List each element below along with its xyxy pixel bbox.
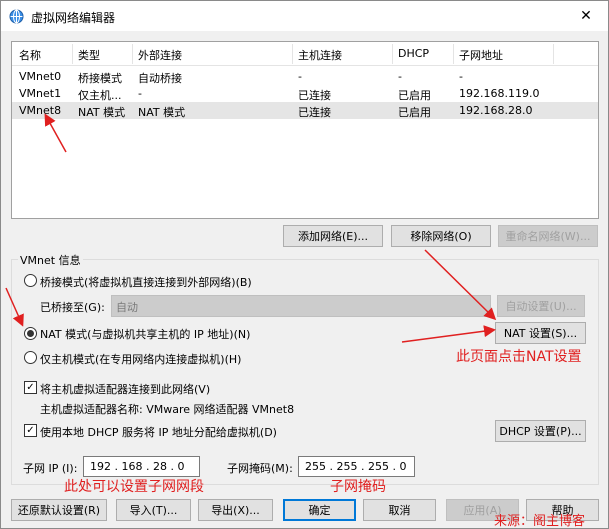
bridged-to-select[interactable]: 自动 [111,295,491,317]
connect-adapter-label[interactable]: 将主机虚拟适配器连接到此网络(V) [40,381,210,397]
rename-network-button[interactable]: 重命名网络(W)... [498,225,598,247]
remove-network-button[interactable]: 移除网络(O) [391,225,491,247]
cell: NAT 模式 [138,106,186,119]
network-list[interactable]: 名称 类型 外部连接 主机连接 DHCP 子网地址 VMnet0 桥接模式 自动… [11,41,599,219]
vmnet-info-label: VMnet 信息 [18,252,83,268]
bridge-mode-label[interactable]: 桥接模式(将虚拟机直接连接到外部网络)(B) [40,274,252,290]
nat-mode-radio[interactable] [24,327,37,340]
add-network-button[interactable]: 添加网络(E)... [283,225,383,247]
cell: 已连接 [298,106,331,119]
cell: - [459,70,463,83]
cancel-button[interactable]: 取消 [363,499,436,521]
col-type[interactable]: 类型 [78,47,100,63]
cell: 自动桥接 [138,72,182,85]
subnet-ip-input[interactable]: 192 . 168 . 28 . 0 [83,456,200,477]
cell: 192.168.119.0 [459,87,540,100]
use-dhcp-label[interactable]: 使用本地 DHCP 服务将 IP 地址分配给虚拟机(D) [40,424,277,440]
connect-adapter-checkbox[interactable]: ✓ [24,381,37,394]
export-button[interactable]: 导出(X)... [198,499,273,521]
title-bar: 虚拟网络编辑器 ✕ [1,1,608,31]
cell: 桥接模式 [78,72,122,85]
cell: 已启用 [398,106,431,119]
import-button[interactable]: 导入(T)... [116,499,191,521]
window-title: 虚拟网络编辑器 [31,11,116,25]
ok-button[interactable]: 确定 [283,499,356,521]
subnet-annotation: 此处可以设置子网网段 [64,479,204,495]
cell: NAT 模式 [78,106,126,119]
bridge-mode-radio[interactable] [24,274,37,287]
subnet-ip-label: 子网 IP (I): [23,462,78,475]
auto-settings-button[interactable]: 自动设置(U)... [497,295,585,317]
col-dhcp[interactable]: DHCP [398,47,429,60]
cell: VMnet1 [19,87,62,100]
cell: VMnet0 [19,70,62,83]
nat-settings-button[interactable]: NAT 设置(S)... [495,322,586,344]
table-row-selected[interactable]: VMnet8 NAT 模式 NAT 模式 已连接 已启用 192.168.28.… [12,102,598,119]
cell: - [138,87,142,100]
host-only-label[interactable]: 仅主机模式(在专用网络内连接虚拟机)(H) [40,351,241,367]
nat-mode-label[interactable]: NAT 模式(与虚拟机共享主机的 IP 地址)(N) [40,326,250,342]
network-globe-icon [9,9,24,24]
adapter-name-text: 主机虚拟适配器名称: VMware 网络适配器 VMnet8 [40,403,295,416]
use-dhcp-checkbox[interactable]: ✓ [24,424,37,437]
cell: 192.168.28.0 [459,104,533,117]
col-external[interactable]: 外部连接 [138,47,182,63]
cell: - [398,70,402,83]
col-host[interactable]: 主机连接 [298,47,342,63]
mask-annotation: 子网掩码 [330,479,386,495]
host-only-radio[interactable] [24,351,37,364]
cell: - [298,70,302,83]
cell: 已连接 [298,89,331,102]
restore-defaults-button[interactable]: 还原默认设置(R) [11,499,107,521]
cell: 仅主机... [78,89,122,102]
col-name[interactable]: 名称 [19,47,41,63]
subnet-mask-label: 子网掩码(M): [227,462,293,475]
col-subnet[interactable]: 子网地址 [459,47,503,63]
table-row[interactable]: VMnet0 桥接模式 自动桥接 - - - [12,68,598,85]
cell: 已启用 [398,89,431,102]
table-row[interactable]: VMnet1 仅主机... - 已连接 已启用 192.168.119.0 [12,85,598,102]
bridged-to-label: 已桥接至(G): [40,301,105,314]
list-header: 名称 类型 外部连接 主机连接 DHCP 子网地址 [12,42,598,66]
nat-settings-annotation: 此页面点击NAT设置 [456,349,582,365]
vmnet-info-group [11,259,599,485]
dhcp-settings-button[interactable]: DHCP 设置(P)... [495,420,586,442]
cell: VMnet8 [19,104,62,117]
source-annotation: 来源：阁主博客 [494,514,586,529]
subnet-mask-input[interactable]: 255 . 255 . 255 . 0 [298,456,415,477]
close-icon[interactable]: ✕ [564,1,608,31]
virtual-network-editor-window: 虚拟网络编辑器 ✕ 名称 类型 外部连接 主机连接 DHCP 子网地址 VMne… [0,0,609,529]
